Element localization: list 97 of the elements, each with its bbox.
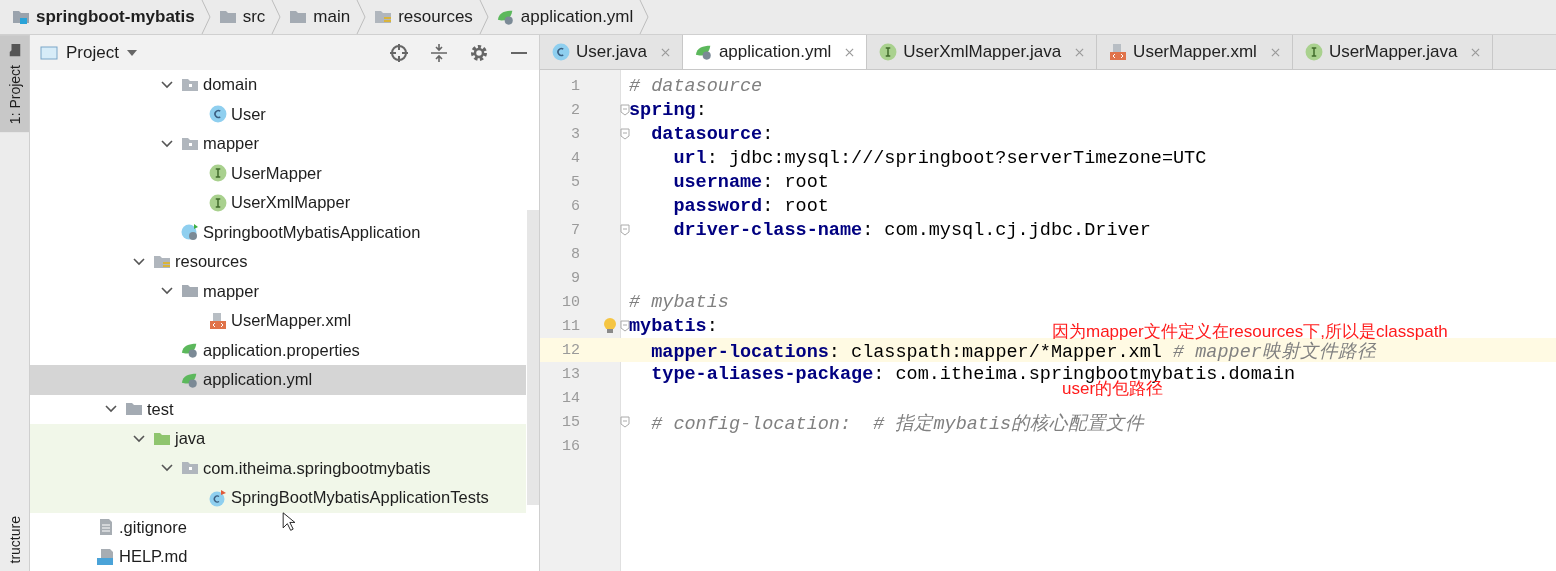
line-number: 5 bbox=[570, 173, 580, 191]
class-icon bbox=[209, 105, 227, 124]
line-number: 4 bbox=[570, 149, 580, 167]
close-icon[interactable] bbox=[1075, 47, 1085, 57]
settings-icon[interactable] bbox=[469, 42, 489, 63]
xml-file-icon bbox=[1109, 43, 1128, 61]
test-class-icon bbox=[209, 488, 227, 507]
breadcrumb-separator bbox=[639, 0, 650, 34]
tree-item[interactable]: resources bbox=[30, 247, 526, 277]
line-number: 16 bbox=[561, 437, 580, 455]
markdown-file-icon bbox=[97, 547, 115, 566]
line-number: 15 bbox=[561, 413, 580, 431]
class-icon bbox=[552, 43, 570, 61]
breadcrumb-separator bbox=[478, 0, 489, 34]
tree-item[interactable]: User bbox=[30, 99, 526, 129]
breadcrumb-item[interactable]: springboot-mybatis bbox=[12, 7, 201, 27]
line-number: 6 bbox=[570, 197, 580, 215]
caret-icon[interactable] bbox=[126, 49, 137, 56]
line-number: 1 bbox=[570, 77, 580, 95]
line-number: 13 bbox=[561, 365, 580, 383]
line-number: 14 bbox=[561, 389, 580, 407]
interface-icon bbox=[209, 193, 227, 212]
breadcrumb-item[interactable]: src bbox=[218, 7, 272, 27]
code-line: url: jdbc:mysql:///springboot?serverTimezone=UTC bbox=[672, 147, 1207, 169]
close-icon[interactable] bbox=[1471, 47, 1481, 57]
folder-icon bbox=[289, 8, 308, 26]
close-icon[interactable] bbox=[845, 47, 855, 57]
tree-item[interactable]: java bbox=[30, 424, 526, 454]
tree-item[interactable]: application.properties bbox=[30, 335, 526, 365]
breadcrumb-separator bbox=[200, 0, 211, 34]
spring-leaf-icon bbox=[694, 43, 713, 61]
code-line: # mybatis bbox=[629, 291, 729, 313]
mouse-cursor-icon bbox=[282, 512, 296, 532]
code-line: mybatis: bbox=[629, 315, 718, 337]
breadcrumb-item[interactable]: application.yml bbox=[496, 7, 640, 27]
line-number: 3 bbox=[570, 125, 580, 143]
fold-marker-icon[interactable] bbox=[620, 224, 630, 236]
folder-icon bbox=[8, 43, 22, 57]
xml-file-icon bbox=[209, 311, 227, 330]
code-line: mapper-locations: classpath:mapper/*Mapper.xml # mapper映射文件路径 bbox=[650, 340, 1376, 363]
tree-item[interactable]: com.itheima.springbootmybatis bbox=[30, 453, 526, 483]
line-number: 12 bbox=[561, 341, 580, 359]
code-line: driver-class-name: com.mysql.cj.jdbc.Driver bbox=[672, 219, 1151, 241]
module-folder-icon bbox=[12, 8, 30, 26]
breadcrumb-separator bbox=[271, 0, 282, 34]
tree-item[interactable]: UserMapper bbox=[30, 158, 526, 188]
interface-icon bbox=[1304, 43, 1323, 61]
annotation-text: 因为mapper文件定义在resources下,所以是classpath bbox=[1052, 321, 1448, 341]
tree-item[interactable]: domain bbox=[30, 70, 526, 100]
resources-folder-icon bbox=[374, 8, 393, 26]
breadcrumb-item[interactable]: main bbox=[289, 7, 357, 27]
code-line: spring: bbox=[629, 99, 707, 121]
scrollbar-thumb[interactable] bbox=[527, 210, 539, 505]
window-icon bbox=[40, 43, 58, 62]
interface-icon bbox=[209, 164, 227, 183]
tree-item[interactable]: test bbox=[30, 394, 526, 424]
tree-item[interactable]: .gitignore bbox=[30, 512, 526, 542]
fold-marker-icon[interactable] bbox=[620, 320, 630, 332]
crosshair-icon[interactable] bbox=[389, 42, 409, 63]
fold-marker-icon[interactable] bbox=[620, 104, 630, 116]
tree-item[interactable]: SpringBootMybatisApplicationTests bbox=[30, 483, 526, 513]
fold-marker-icon[interactable] bbox=[620, 416, 630, 428]
tree-item[interactable]: mapper bbox=[30, 129, 526, 159]
editor-tab[interactable]: application.yml bbox=[682, 35, 868, 69]
tree-item[interactable]: UserXmlMapper bbox=[30, 188, 526, 218]
code-line: # config-location: # 指定mybatis的核心配置文件 bbox=[650, 412, 1145, 435]
panel-title[interactable]: Project bbox=[66, 42, 119, 63]
line-number: 7 bbox=[570, 221, 580, 239]
code-line: datasource: bbox=[650, 123, 774, 145]
text-file-icon bbox=[97, 518, 115, 537]
code-line: # datasource bbox=[629, 75, 763, 97]
close-icon[interactable] bbox=[660, 47, 670, 57]
lightbulb-icon[interactable] bbox=[602, 317, 618, 335]
code-line: username: root bbox=[672, 171, 829, 193]
breadcrumb-separator bbox=[356, 0, 367, 34]
folder-icon bbox=[218, 8, 237, 26]
tree-item[interactable]: UserMapper.xml bbox=[30, 306, 526, 336]
tool-window-tab[interactable]: 1: Project bbox=[0, 35, 29, 133]
line-number: 8 bbox=[570, 245, 580, 263]
close-icon[interactable] bbox=[1270, 47, 1280, 57]
tree-item[interactable]: mapper bbox=[30, 276, 526, 306]
tree-item[interactable]: SpringbootMybatisApplication bbox=[30, 217, 526, 247]
code-line: password: root bbox=[672, 195, 829, 217]
line-number: 9 bbox=[570, 269, 580, 287]
line-number: 10 bbox=[561, 293, 580, 311]
tree-item[interactable]: HELP.md bbox=[30, 542, 526, 571]
fold-marker-icon[interactable] bbox=[620, 128, 630, 140]
line-number: 11 bbox=[561, 317, 580, 335]
interface-icon bbox=[879, 43, 898, 61]
tool-window-tab[interactable]: tructure bbox=[0, 507, 29, 571]
tree-item[interactable]: application.yml bbox=[30, 365, 526, 395]
spring-leaf-icon bbox=[181, 341, 199, 360]
collapse-icon[interactable] bbox=[429, 42, 449, 63]
line-number: 2 bbox=[570, 101, 580, 119]
spring-class-icon bbox=[181, 223, 199, 242]
breadcrumb-item[interactable]: resources bbox=[374, 7, 479, 27]
spring-leaf-icon bbox=[496, 8, 515, 26]
